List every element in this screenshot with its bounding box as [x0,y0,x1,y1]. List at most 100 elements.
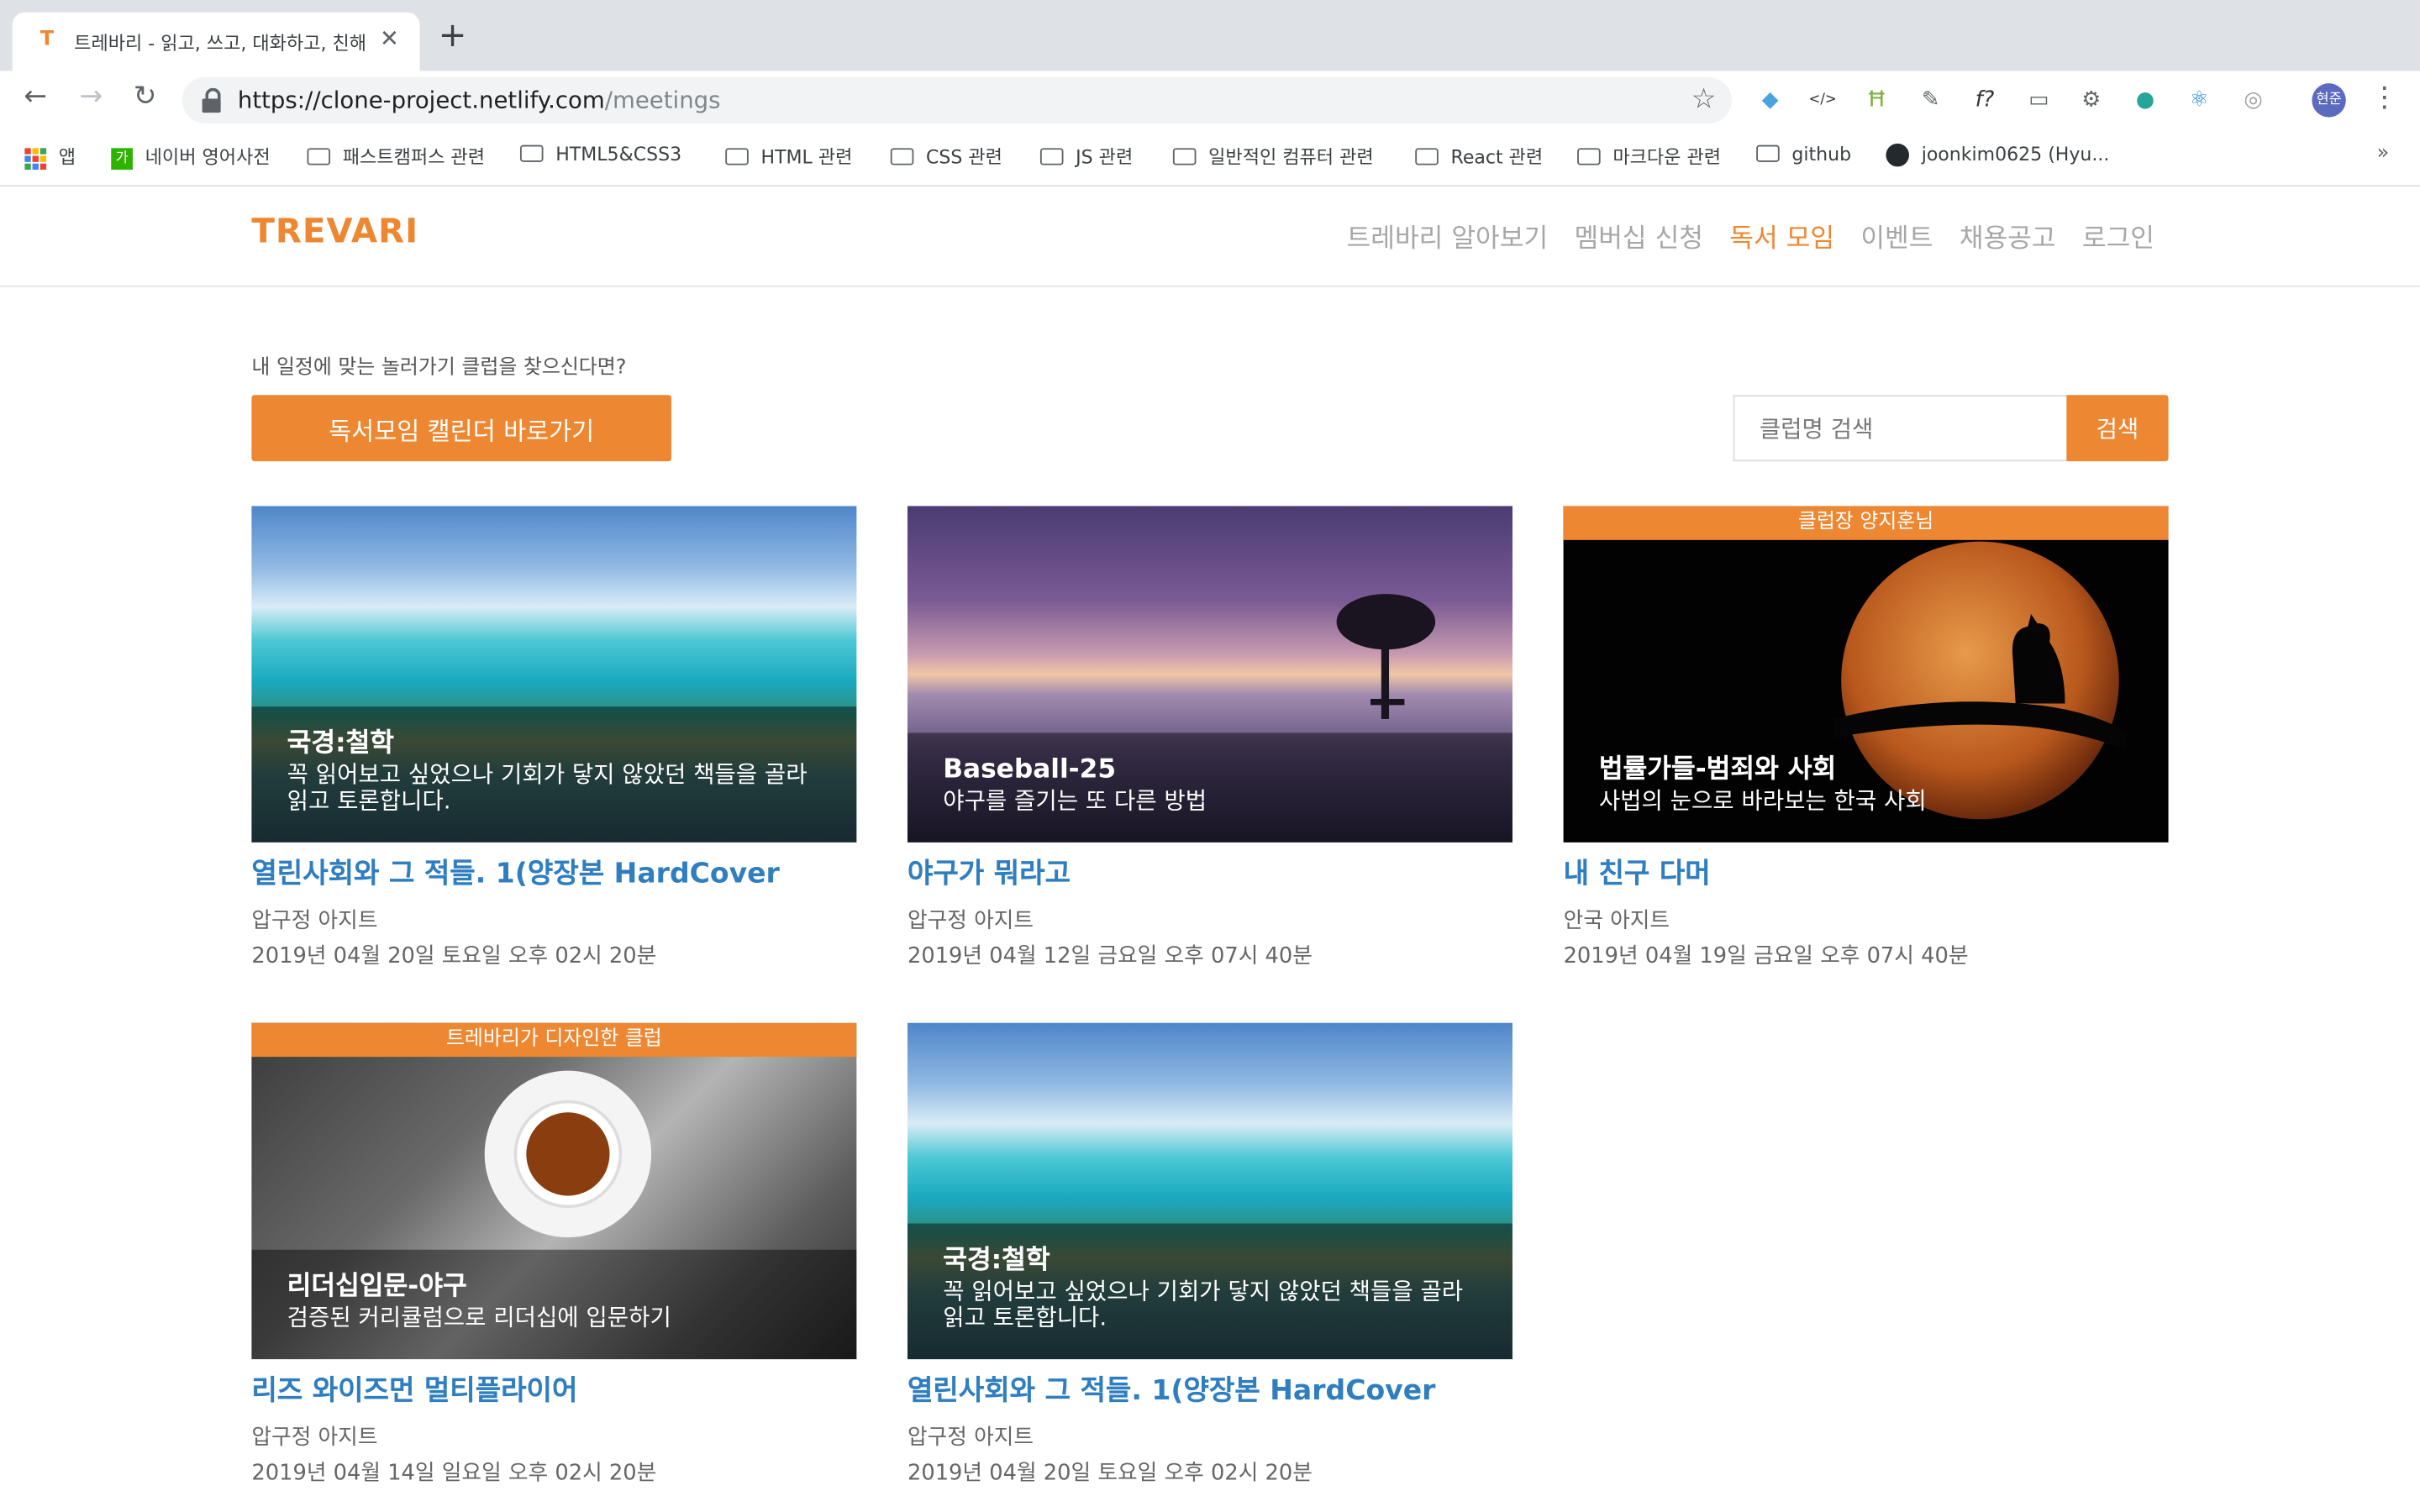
calendar-shortcut-button[interactable]: 독서모임 캘린더 바로가기 [251,395,671,462]
meeting-location: 압구정 아지트 [907,1425,1034,1451]
forward-arrow-icon[interactable]: → [71,81,111,113]
meeting-datetime: 2019년 04월 20일 토요일 오후 02시 20분 [251,944,657,969]
back-arrow-icon[interactable]: ← [15,81,55,113]
folder-icon [1415,148,1439,165]
react-devtools-icon[interactable]: ⚛ [2182,83,2216,117]
meeting-location: 압구정 아지트 [251,1425,378,1451]
club-cover-image[interactable]: 클럽장 양지훈님 법률가들-범죄와 사회 사법의 눈으로 바라보는 한국 사회 [1563,506,2169,843]
reload-icon[interactable]: ↻ [125,81,166,113]
bookmark-folder[interactable]: HTML5&CSS3 [519,144,681,165]
main-nav: 트레바리 알아보기 멤버십 신청 독서 모임 이벤트 채용공고 로그인 [1320,216,2154,255]
club-cover-image[interactable]: Baseball-25 야구를 즐기는 또 다른 방법 [907,506,1512,843]
chrome-menu-icon[interactable]: ⋮ [2370,81,2398,114]
club-cover-image[interactable]: 국경:철학 꼭 읽어보고 싶었으나 기회가 닿지 않았던 책들을 골라 읽고 토… [251,506,857,843]
extension-ladder-icon[interactable]: Ħ [1860,83,1893,117]
folder-icon [725,148,749,165]
book-title-link[interactable]: 열린사회와 그 적들. 1(양장본 HardCover [251,852,856,892]
club-description: 꼭 읽어보고 싶었으나 기회가 닿지 않았던 책들을 골라 읽고 토론합니다. [943,1277,1464,1332]
folder-icon [890,148,914,165]
new-tab-icon[interactable]: + [439,19,467,54]
nav-membership[interactable]: 멤버십 신청 [1574,216,1703,255]
search-button[interactable]: 검색 [2066,395,2169,462]
club-info-overlay: 국경:철학 꼭 읽어보고 싶었으나 기회가 닿지 않았던 책들을 골라 읽고 토… [251,706,857,843]
club-info-overlay: 리더십입문-야구 검증된 커리큘럼으로 리더십에 입문하기 [251,1249,857,1360]
book-title-link[interactable]: 야구가 뭐라고 [908,852,1512,892]
meeting-datetime: 2019년 04월 20일 토요일 오후 02시 20분 [907,1461,1313,1486]
bookmark-github-profile[interactable]: joonkim0625 (Hyu... [1886,143,2109,167]
nav-login[interactable]: 로그인 [2082,216,2154,255]
profile-avatar[interactable]: 현준 [2312,83,2346,118]
extension-code-icon[interactable]: </> [1806,83,1839,117]
lock-icon [201,87,223,113]
tab-title: 트레바리 - 읽고, 쓰고, 대화하고, 친해 [74,32,367,55]
book-title-link[interactable]: 내 친구 다머 [1564,852,2169,892]
browser-tab-strip: T 트레바리 - 읽고, 쓰고, 대화하고, 친해 ✕ + [0,0,2420,71]
club-name: 국경:철학 [943,1245,1050,1276]
meeting-datetime: 2019년 04월 14일 일요일 오후 02시 20분 [251,1461,657,1486]
bookmark-folder[interactable]: 패스트캠퍼스 관련 [307,144,485,170]
meeting-card[interactable]: 국경:철학 꼭 읽어보고 싶었으나 기회가 닿지 않았던 책들을 골라 읽고 토… [251,506,857,970]
extension-fonts-icon[interactable]: f? [1968,83,2002,117]
bookmark-naver-dictionary[interactable]: 가 네이버 영어사전 [111,144,271,170]
nav-about[interactable]: 트레바리 알아보기 [1346,216,1548,255]
address-bar[interactable]: https://clone-project.netlify.com/meetin… [182,76,1732,123]
nav-book-clubs[interactable]: 독서 모임 [1729,216,1834,255]
club-search-input[interactable] [1733,395,2067,462]
club-cover-image[interactable]: 트레바리가 디자인한 클럽 리더십입문-야구 검증된 커리큘럼으로 리더십에 입… [251,1022,857,1360]
extension-m-icon[interactable]: ● [2128,83,2162,117]
naver-icon: 가 [111,147,133,170]
club-cover-image[interactable]: 국경:철학 꼭 읽어보고 싶었으나 기회가 닿지 않았던 책들을 골라 읽고 토… [907,1022,1512,1360]
bookmark-folder[interactable]: github [1756,144,1851,165]
bookmarks-overflow-icon[interactable]: » [2377,142,2390,165]
club-description: 야구를 즐기는 또 다른 방법 [943,786,1207,815]
bookmark-folder[interactable]: CSS 관련 [890,144,1002,170]
folder-icon [519,144,544,162]
trevari-designed-badge: 트레바리가 디자인한 클럽 [251,1022,857,1058]
club-description: 검증된 커리큘럼으로 리더십에 입문하기 [287,1304,671,1332]
trevari-favicon-icon: T [39,28,55,51]
github-icon [1886,143,1909,167]
apps-icon [24,147,47,170]
meeting-datetime: 2019년 04월 12일 금요일 오후 07시 40분 [907,944,1313,969]
bookmark-star-icon[interactable]: ☆ [1691,83,1717,116]
book-title-link[interactable]: 열린사회와 그 적들. 1(양장본 HardCover [908,1368,1512,1409]
tea-cup-icon [484,1070,652,1238]
browser-tab[interactable]: T 트레바리 - 읽고, 쓰고, 대화하고, 친해 ✕ [12,12,420,71]
meeting-location: 안국 아지트 [1563,908,1670,934]
extension-gear-icon[interactable]: ⚙ [2075,83,2108,117]
nav-careers[interactable]: 채용공고 [1960,216,2056,255]
bookmark-folder[interactable]: 일반적인 컴퓨터 관련 [1172,144,1374,170]
club-info-overlay: Baseball-25 야구를 즐기는 또 다른 방법 [907,732,1512,843]
extension-diamond-icon[interactable]: ◆ [1753,83,1786,117]
extension-eyedropper-icon[interactable]: ✎ [1914,83,1948,117]
bookmark-folder[interactable]: JS 관련 [1039,144,1133,170]
tree-silhouette-icon [1336,594,1436,719]
meeting-location: 압구정 아지트 [907,908,1034,934]
site-header: TREVARI 트레바리 알아보기 멤버십 신청 독서 모임 이벤트 채용공고 … [0,186,2420,287]
bookmarks-bar: 앱 가 네이버 영어사전 패스트캠퍼스 관련 HTML5&CSS3 HTML 관련… [0,129,2420,187]
extension-circle-icon[interactable]: ◎ [2236,83,2270,117]
url-text[interactable]: https://clone-project.netlify.com/meetin… [238,87,721,114]
bookmark-folder[interactable]: HTML 관련 [725,144,852,170]
club-name: 법률가들-범죄와 사회 [1598,754,1837,785]
trevari-logo[interactable]: TREVARI [251,213,418,251]
meeting-card[interactable]: 트레바리가 디자인한 클럽 리더십입문-야구 검증된 커리큘럼으로 리더십에 입… [251,1022,857,1488]
meeting-datetime: 2019년 04월 19일 금요일 오후 07시 40분 [1563,944,1969,969]
nav-events[interactable]: 이벤트 [1860,216,1933,255]
meeting-card[interactable]: 국경:철학 꼭 읽어보고 싶었으나 기회가 닿지 않았던 책들을 골라 읽고 토… [907,1022,1512,1488]
bookmark-apps[interactable]: 앱 [24,144,76,170]
cast-icon[interactable]: ▭ [2022,83,2055,117]
club-description: 사법의 눈으로 바라보는 한국 사회 [1598,786,1927,815]
bookmark-folder[interactable]: 마크다운 관련 [1577,144,1721,170]
folder-icon [1577,148,1601,165]
folder-icon [307,148,331,165]
club-leader-badge: 클럽장 양지훈님 [1563,506,2169,540]
club-info-overlay: 법률가들-범죄와 사회 사법의 눈으로 바라보는 한국 사회 [1564,732,2169,842]
meeting-card[interactable]: 클럽장 양지훈님 법률가들-범죄와 사회 사법의 눈으로 바라보는 한국 사회 … [1563,506,2169,970]
meeting-card[interactable]: Baseball-25 야구를 즐기는 또 다른 방법 야구가 뭐라고 압구정 … [907,506,1512,970]
close-tab-icon[interactable]: ✕ [380,24,399,52]
calendar-promo-text: 내 일정에 맞는 놀러가기 클럽을 찾으신다면? [251,356,627,380]
bookmark-folder[interactable]: React 관련 [1415,144,1543,170]
book-title-link[interactable]: 리즈 와이즈먼 멀티플라이어 [251,1368,856,1409]
club-name: 리더십입문-야구 [287,1271,467,1303]
